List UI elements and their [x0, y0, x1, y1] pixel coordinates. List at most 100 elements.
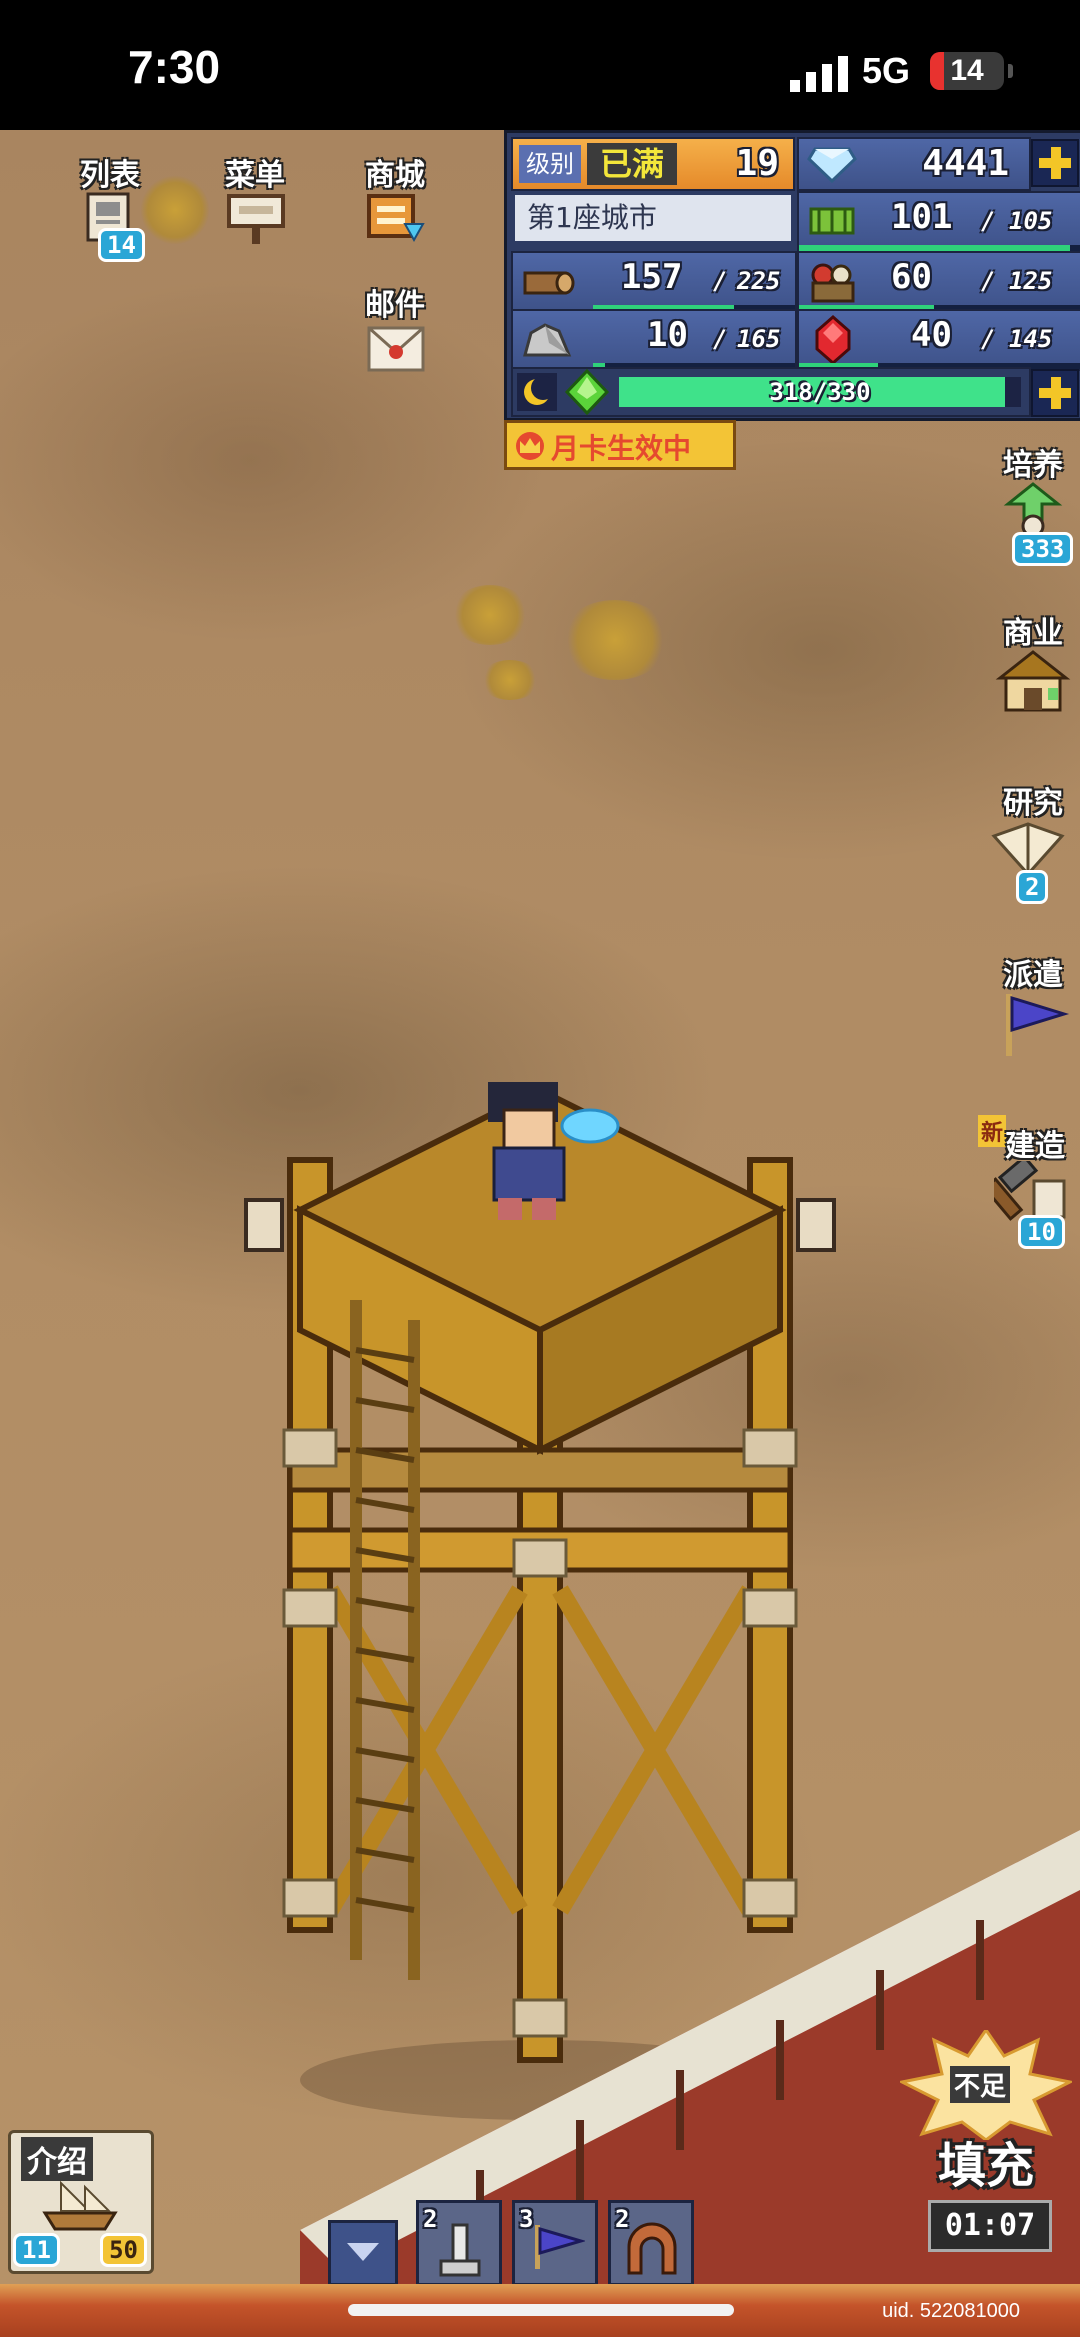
food-separator: /	[981, 267, 996, 295]
dispatch-label: 派遣	[1003, 958, 1063, 993]
energy-panel[interactable]: 318/330	[511, 367, 1031, 417]
battery-level: 14	[950, 54, 984, 87]
dispatch-flag-icon	[1006, 994, 1070, 1056]
food-current: 60	[891, 257, 932, 297]
list-badge: 14	[98, 228, 145, 262]
resource-hud: 级别 已满 19 4441 第1座城市 101 / 105 157 / 225 …	[504, 130, 1080, 421]
dry-bush	[480, 660, 540, 700]
collapse-button[interactable]	[328, 2220, 398, 2286]
build-badge: 10	[1018, 1215, 1065, 1249]
signal-icon	[790, 56, 848, 92]
signboard-icon	[227, 194, 285, 244]
wood-log-icon	[523, 271, 575, 295]
train-badge: 333	[1012, 532, 1074, 566]
guard-character[interactable]	[470, 1070, 630, 1230]
stone-icon	[523, 323, 572, 357]
ruby-resource[interactable]: 40 / 145	[797, 309, 1080, 371]
build-queue: 2 3 2	[320, 2200, 740, 2286]
crown-icon	[516, 432, 544, 460]
mail-button[interactable]: 邮件	[345, 280, 445, 390]
dispatch-button[interactable]: 派遣	[978, 950, 1080, 1080]
queue-slot-1[interactable]: 2	[416, 2200, 502, 2286]
crop-icon	[809, 207, 855, 235]
intro-card[interactable]: 介绍 11 50	[8, 2130, 154, 2274]
level-status: 已满	[587, 143, 677, 185]
stone-current: 10	[647, 315, 688, 355]
wood-resource[interactable]: 157 / 225	[511, 251, 797, 313]
network-type: 5G	[862, 50, 911, 91]
intro-right-badge: 50	[100, 2233, 147, 2267]
game-map[interactable]: 列表 14 菜单 商城 邮件 级别 已满 19 4441 第1座城市 101 /…	[0, 130, 1080, 2337]
crop-separator: /	[981, 207, 996, 235]
refill-widget[interactable]: 不足 填充 01:07	[900, 2030, 1072, 2266]
ship-icon	[42, 2180, 118, 2231]
status-bar: 7:30 5G 14	[0, 0, 1080, 130]
wood-separator: /	[713, 267, 728, 295]
month-card-label: 月卡生效中	[551, 432, 692, 465]
menu-button[interactable]: 菜单	[205, 150, 305, 260]
diamond-icon	[807, 147, 857, 183]
crop-current: 101	[891, 197, 953, 237]
wood-max: 225	[737, 267, 781, 295]
bottom-strip: uid. 522081000	[0, 2284, 1080, 2337]
month-card-badge[interactable]: 月卡生效中	[504, 420, 736, 470]
energy-separator: /	[812, 378, 828, 406]
moon-icon	[517, 373, 557, 411]
build-label: 建造	[1005, 1129, 1065, 1164]
shop-button[interactable]: 商城	[345, 150, 445, 260]
business-button[interactable]: 商业	[978, 608, 1080, 738]
training-icon	[1003, 482, 1063, 538]
shop-chest-icon	[367, 194, 425, 243]
energy-gem-icon	[564, 369, 610, 415]
battery-icon: 14	[930, 52, 1004, 90]
ruby-icon	[815, 315, 851, 365]
list-button[interactable]: 列表 14	[60, 150, 160, 262]
build-button[interactable]: 新 建造 10	[970, 1115, 1080, 1249]
refill-label: 填充	[937, 2138, 1034, 2194]
queue-slot-3[interactable]: 2	[608, 2200, 694, 2286]
intro-label: 介绍	[21, 2137, 93, 2181]
status-time: 7:30	[128, 41, 221, 93]
uid-label: uid. 522081000	[882, 2300, 1020, 2322]
research-button[interactable]: 研究 2	[978, 778, 1080, 908]
home-indicator[interactable]	[348, 2304, 734, 2316]
crop-max: 105	[1009, 207, 1053, 235]
build-hammer-icon	[994, 1161, 1066, 1221]
food-max: 125	[1009, 267, 1053, 295]
stone-resource[interactable]: 10 / 165	[511, 309, 797, 371]
shop-label: 商城	[365, 158, 425, 193]
dry-bush	[560, 600, 670, 680]
dry-bush	[450, 585, 530, 645]
mail-label: 邮件	[365, 288, 425, 323]
chevron-down-icon	[347, 2243, 379, 2261]
wood-current: 157	[621, 257, 683, 297]
research-label: 研究	[1003, 786, 1063, 821]
level-value: 19	[735, 143, 779, 184]
arch-icon	[627, 2222, 677, 2275]
gem-panel[interactable]: 4441	[797, 137, 1031, 191]
refill-shortage: 不足	[950, 2066, 1011, 2103]
level-panel[interactable]: 级别 已满 19	[511, 137, 795, 191]
city-name[interactable]: 第1座城市	[515, 195, 791, 241]
energy-max: 330	[827, 378, 871, 406]
flag-icon	[535, 2225, 585, 2269]
food-resource[interactable]: 60 / 125	[797, 251, 1080, 313]
train-button[interactable]: 培养 333	[978, 440, 1080, 570]
gem-count: 4441	[922, 143, 1009, 184]
business-label: 商业	[1003, 616, 1063, 651]
intro-left-badge: 11	[13, 2233, 60, 2267]
menu-label: 菜单	[225, 158, 285, 193]
research-badge: 2	[1016, 870, 1049, 904]
ruby-separator: /	[981, 325, 996, 353]
food-basket-icon	[811, 263, 855, 303]
stone-max: 165	[737, 325, 781, 353]
train-label: 培养	[1003, 448, 1063, 483]
refill-timer: 01:07	[928, 2200, 1052, 2252]
ruby-current: 40	[911, 315, 952, 355]
tower-icon	[439, 2223, 481, 2277]
add-gems-button[interactable]	[1031, 139, 1079, 187]
energy-current: 318	[769, 378, 813, 406]
crop-resource[interactable]: 101 / 105	[797, 191, 1080, 253]
add-energy-button[interactable]	[1031, 369, 1079, 417]
queue-slot-2[interactable]: 3	[512, 2200, 598, 2286]
